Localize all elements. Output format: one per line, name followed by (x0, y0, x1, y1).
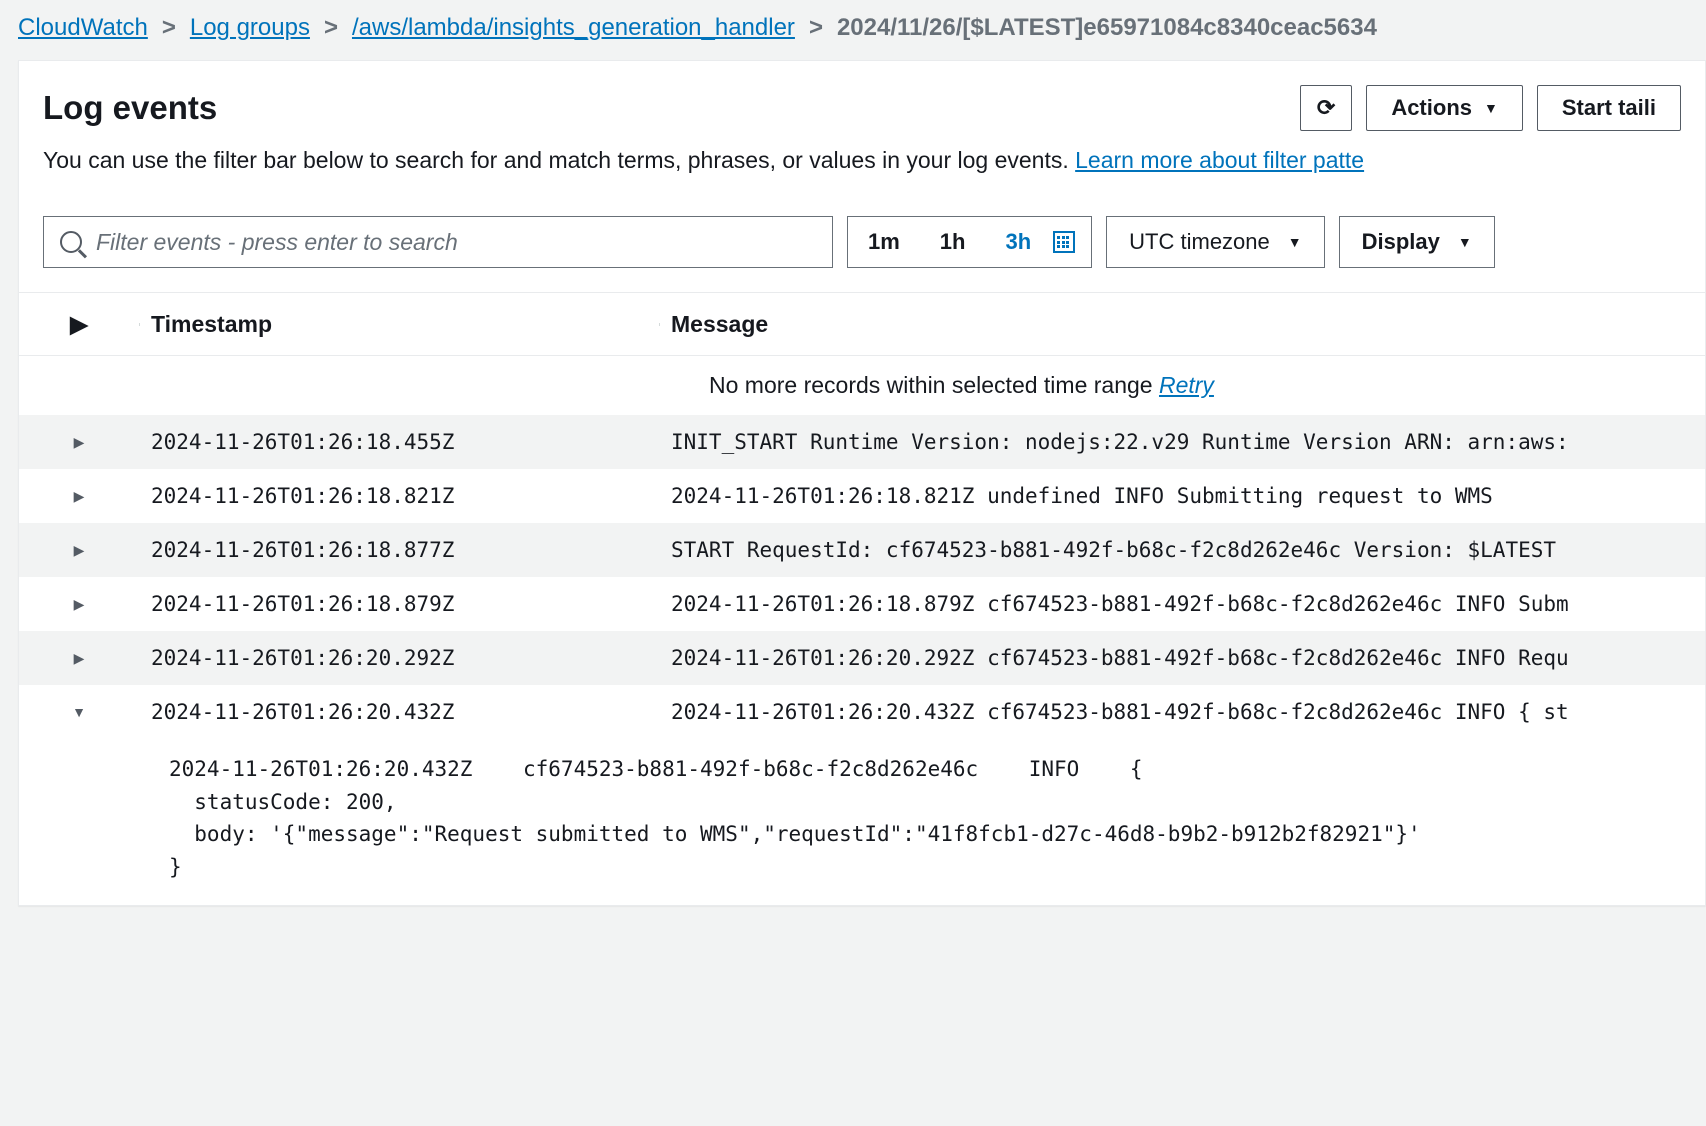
caret-down-icon (1458, 234, 1472, 250)
expanded-log-body: 2024-11-26T01:26:20.432Z cf674523-b881-4… (19, 739, 1705, 905)
cell-message: 2024-11-26T01:26:18.879Z cf674523-b881-4… (659, 578, 1705, 630)
breadcrumb: CloudWatch > Log groups > /aws/lambda/in… (0, 0, 1706, 60)
table-row: 2024-11-26T01:26:20.432Z 2024-11-26T01:2… (19, 685, 1705, 739)
caret-right-icon (74, 650, 85, 667)
caret-right-icon (74, 488, 85, 505)
search-icon (60, 231, 82, 253)
log-events-panel: Log events ⟳ Actions Start taili You can… (18, 60, 1706, 906)
row-expand-toggle[interactable] (19, 685, 139, 739)
page-title: Log events (43, 89, 217, 127)
cell-timestamp: 2024-11-26T01:26:18.455Z (139, 416, 659, 468)
log-events-table: Timestamp Message No more records within… (19, 292, 1705, 905)
display-select[interactable]: Display (1339, 216, 1495, 268)
row-expand-toggle[interactable] (19, 631, 139, 685)
table-row: 2024-11-26T01:26:20.292Z 2024-11-26T01:2… (19, 631, 1705, 685)
start-tailing-label: Start taili (1562, 95, 1656, 121)
column-header-message[interactable]: Message (659, 311, 1705, 338)
time-option-1h[interactable]: 1h (920, 217, 986, 267)
row-expand-toggle[interactable] (19, 523, 139, 577)
start-tailing-button[interactable]: Start taili (1537, 85, 1681, 131)
cell-timestamp: 2024-11-26T01:26:20.432Z (139, 686, 659, 738)
refresh-button[interactable]: ⟳ (1300, 85, 1352, 131)
expand-all-toggle[interactable] (19, 311, 139, 338)
column-header-timestamp[interactable]: Timestamp (139, 311, 659, 338)
cell-message: START RequestId: cf674523-b881-492f-b68c… (659, 524, 1705, 576)
table-row: 2024-11-26T01:26:18.455Z INIT_START Runt… (19, 415, 1705, 469)
row-expand-toggle[interactable] (19, 469, 139, 523)
filter-events-input[interactable] (96, 229, 816, 256)
refresh-icon: ⟳ (1317, 95, 1335, 121)
table-row: 2024-11-26T01:26:18.877Z START RequestId… (19, 523, 1705, 577)
retry-link[interactable]: Retry (1159, 372, 1214, 398)
cell-timestamp: 2024-11-26T01:26:20.292Z (139, 632, 659, 684)
caret-right-icon (74, 434, 85, 451)
row-expand-toggle[interactable] (19, 577, 139, 631)
time-option-1m[interactable]: 1m (848, 217, 920, 267)
caret-right-icon (74, 542, 85, 559)
chevron-right-icon: > (809, 14, 823, 42)
row-expand-toggle[interactable] (19, 415, 139, 469)
caret-right-icon (70, 311, 88, 338)
learn-more-link[interactable]: Learn more about filter patte (1075, 147, 1364, 173)
breadcrumb-log-group-name[interactable]: /aws/lambda/insights_generation_handler (352, 14, 795, 42)
cell-timestamp: 2024-11-26T01:26:18.877Z (139, 524, 659, 576)
actions-button[interactable]: Actions (1366, 85, 1523, 131)
cell-timestamp: 2024-11-26T01:26:18.879Z (139, 578, 659, 630)
timezone-label: UTC timezone (1129, 229, 1270, 255)
caret-down-icon (1484, 100, 1498, 116)
display-label: Display (1362, 229, 1440, 255)
caret-down-icon (72, 704, 86, 720)
panel-description: You can use the filter bar below to sear… (43, 147, 1681, 174)
cell-message: 2024-11-26T01:26:18.821Z undefined INFO … (659, 470, 1705, 522)
timezone-select[interactable]: UTC timezone (1106, 216, 1324, 268)
cell-timestamp: 2024-11-26T01:26:18.821Z (139, 470, 659, 522)
no-more-records: No more records within selected time ran… (19, 356, 1705, 415)
calendar-button[interactable] (1051, 231, 1091, 253)
filter-events-input-wrapper[interactable] (43, 216, 833, 268)
chevron-right-icon: > (324, 14, 338, 42)
breadcrumb-current: 2024/11/26/[$LATEST]e65971084c8340ceac56… (837, 14, 1377, 42)
calendar-icon (1053, 231, 1075, 253)
description-text: You can use the filter bar below to sear… (43, 147, 1075, 173)
table-row: 2024-11-26T01:26:18.879Z 2024-11-26T01:2… (19, 577, 1705, 631)
no-more-text: No more records within selected time ran… (709, 372, 1159, 398)
actions-button-label: Actions (1391, 95, 1472, 121)
cell-message: 2024-11-26T01:26:20.432Z cf674523-b881-4… (659, 686, 1705, 738)
cell-message: INIT_START Runtime Version: nodejs:22.v2… (659, 416, 1705, 468)
time-range-selector: 1m 1h 3h (847, 216, 1092, 268)
caret-down-icon (1288, 234, 1302, 250)
time-option-3h[interactable]: 3h (985, 217, 1051, 267)
table-row: 2024-11-26T01:26:18.821Z 2024-11-26T01:2… (19, 469, 1705, 523)
cell-message: 2024-11-26T01:26:20.292Z cf674523-b881-4… (659, 632, 1705, 684)
caret-right-icon (74, 596, 85, 613)
breadcrumb-log-groups[interactable]: Log groups (190, 14, 310, 42)
breadcrumb-cloudwatch[interactable]: CloudWatch (18, 14, 148, 42)
chevron-right-icon: > (162, 14, 176, 42)
